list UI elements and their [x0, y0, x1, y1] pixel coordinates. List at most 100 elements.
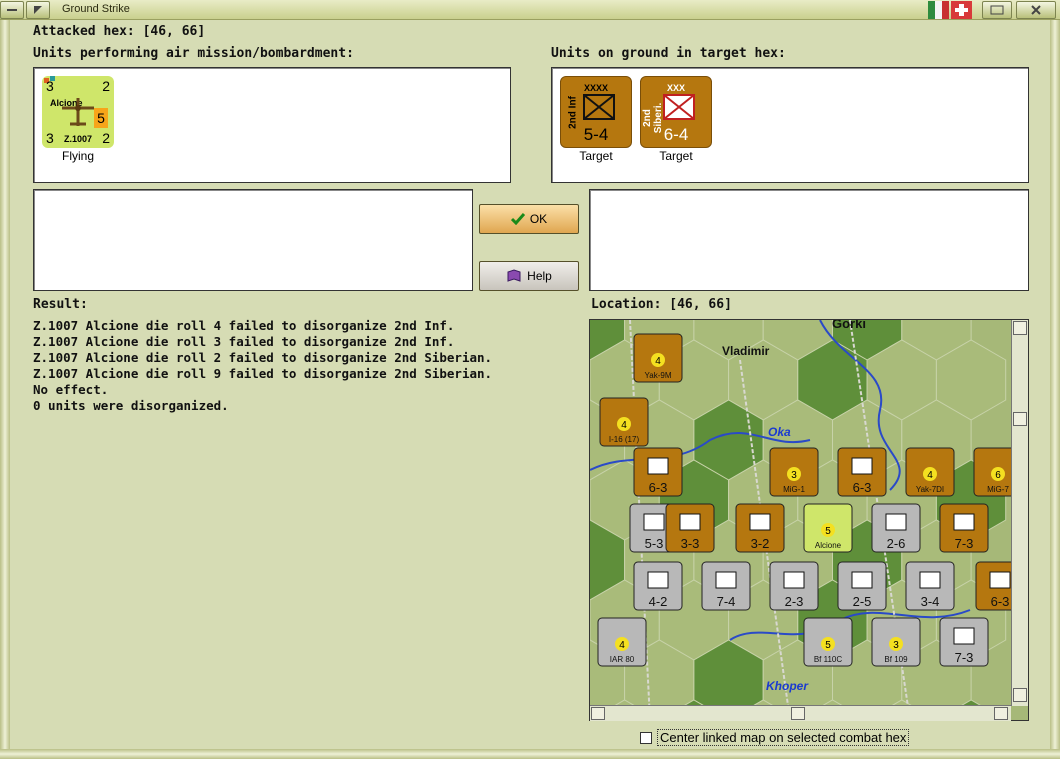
location-label: Location: — [591, 297, 662, 312]
map-horizontal-scrollbar[interactable] — [590, 705, 1011, 721]
map-counter[interactable]: 7-3 — [939, 503, 989, 553]
scroll-thumb[interactable] — [791, 707, 805, 720]
map-counter[interactable]: 2-6 — [871, 503, 921, 553]
minimize-button[interactable] — [982, 1, 1012, 19]
scroll-up-button[interactable] — [1013, 321, 1027, 335]
map-counter[interactable]: Alcione 5 — [803, 503, 853, 553]
attacked-hex-label: Attacked hex: — [33, 24, 135, 39]
frame-bottom — [0, 749, 1060, 759]
close-button[interactable] — [1016, 1, 1056, 19]
counter-label: 6-3 — [991, 594, 1010, 609]
scroll-down-button[interactable] — [1013, 688, 1027, 702]
unit-size: XXX — [666, 83, 685, 93]
infantry-symbol-icon — [663, 94, 695, 120]
counter-badge-value: 6 — [995, 470, 1001, 481]
unit-symbol-icon — [851, 571, 873, 589]
ground-unit-status: Target — [579, 149, 613, 163]
counter-badge-value: 4 — [927, 470, 933, 481]
counter-label: 5-3 — [645, 536, 664, 551]
map-counter[interactable]: MiG-1 3 — [769, 447, 819, 497]
counter-badge-value: 5 — [825, 526, 831, 537]
unit-symbol-icon — [643, 513, 665, 531]
counter-top-right: 2 — [102, 78, 110, 94]
center-map-checkbox[interactable] — [640, 731, 652, 744]
frame-left — [0, 20, 10, 759]
counter-top-left: 3 — [46, 78, 54, 94]
unit-symbol-icon — [715, 571, 737, 589]
triangle-icon — [34, 6, 42, 14]
attacked-hex-row: Attacked hex: [46, 66] — [33, 24, 205, 39]
result-label: Result: — [33, 297, 88, 312]
system-menu-button[interactable] — [0, 1, 24, 19]
collapse-button[interactable] — [26, 1, 50, 19]
map-label-gorki: Gorki — [832, 320, 866, 331]
map-counter[interactable]: Yak-9M 4 — [633, 333, 683, 383]
map-counter[interactable]: IAR 80 4 — [597, 617, 647, 667]
unit-symbol-icon — [647, 457, 669, 475]
map-counter[interactable]: 2-3 — [769, 561, 819, 611]
unit-symbol-icon — [749, 513, 771, 531]
result-line: Z.1007 Alcione die roll 4 failed to diso… — [33, 318, 455, 333]
unit-symbol-icon — [953, 627, 975, 645]
map-label-oka: Oka — [768, 425, 791, 439]
help-button[interactable]: Help — [479, 261, 579, 291]
counter-label: I-16 (17) — [609, 435, 640, 444]
scroll-right-button[interactable] — [994, 707, 1008, 720]
counter-label: 2-5 — [853, 594, 872, 609]
map-vertical-scrollbar[interactable] — [1011, 320, 1028, 706]
counter-label: 3-3 — [681, 536, 700, 551]
ground-unit-status: Target — [659, 149, 693, 163]
air-units-heading: Units performing air mission/bombardment… — [33, 46, 354, 61]
unit-symbol-icon — [989, 571, 1011, 589]
counter-label: 2-6 — [887, 536, 906, 551]
map-counter[interactable]: 3-4 — [905, 561, 955, 611]
counter-badge-value: 4 — [655, 356, 661, 367]
counter-label: MiG-7 — [987, 485, 1009, 494]
counter-label: 4-2 — [649, 594, 668, 609]
map-counter[interactable]: 3-2 — [735, 503, 785, 553]
counter-label: MiG-1 — [783, 485, 805, 494]
result-line: 0 units were disorganized. — [33, 398, 229, 413]
counter-label: Yak-7DI — [916, 485, 944, 494]
flags-icon — [928, 1, 972, 19]
unit-symbol-icon — [953, 513, 975, 531]
map-counter[interactable]: 4-2 — [633, 561, 683, 611]
map-counter[interactable]: I-16 (17) 4 — [599, 397, 649, 447]
restore-icon — [990, 5, 1004, 15]
hex-map[interactable]: Gorki Vladimir Oka Khoper Yak-9M 4 I-16 (1… — [589, 319, 1029, 721]
unit-symbol-icon — [783, 571, 805, 589]
map-counter[interactable]: Bf 109 3 — [871, 617, 921, 667]
map-counter[interactable]: 6-3 — [837, 447, 887, 497]
result-log: Z.1007 Alcione die roll 4 failed to diso… — [33, 318, 573, 414]
counter-bottom-right: 2 — [102, 130, 110, 146]
location-value: [46, 66] — [669, 297, 732, 312]
counter-label: 7-4 — [717, 594, 736, 609]
ground-unit-counter[interactable]: XXX 2nd Siberi. 6-4 — [640, 76, 712, 148]
unit-symbol-icon — [679, 513, 701, 531]
ground-unit-counter[interactable]: XXXX 2nd Inf 5-4 — [560, 76, 632, 148]
result-line: Z.1007 Alcione die roll 9 failed to diso… — [33, 366, 493, 381]
help-button-label: Help — [527, 269, 552, 283]
counter-badge-value: 4 — [619, 640, 625, 651]
result-line: Z.1007 Alcione die roll 3 failed to diso… — [33, 334, 455, 349]
map-counter[interactable]: Bf 110C 5 — [803, 617, 853, 667]
map-counter[interactable]: 7-3 — [939, 617, 989, 667]
result-line: Z.1007 Alcione die roll 2 failed to diso… — [33, 350, 493, 365]
counter-label: 2-3 — [785, 594, 804, 609]
map-counter[interactable]: 3-3 — [665, 503, 715, 553]
scroll-thumb[interactable] — [1013, 412, 1027, 426]
map-counter[interactable]: Yak-7DI 4 — [905, 447, 955, 497]
counter-label: Bf 110C — [814, 655, 843, 664]
minus-icon — [7, 9, 17, 11]
air-unit-counter[interactable]: 3 2 Alcione 5 3 Z.1007 2 — [42, 76, 114, 148]
map-counter[interactable]: 2-5 — [837, 561, 887, 611]
map-counter[interactable]: 7-4 — [701, 561, 751, 611]
result-line: No effect. — [33, 382, 109, 397]
scroll-left-button[interactable] — [591, 707, 605, 720]
map-label-khoper: Khoper — [766, 679, 809, 693]
map-canvas[interactable]: Gorki Vladimir Oka Khoper Yak-9M4 I-16 (1… — [590, 320, 1029, 721]
map-counter[interactable]: 6-3 — [633, 447, 683, 497]
ok-button[interactable]: OK — [479, 204, 579, 234]
map-label-vladimir: Vladimir — [722, 344, 770, 358]
center-map-option[interactable]: Center linked map on selected combat hex — [640, 729, 910, 746]
